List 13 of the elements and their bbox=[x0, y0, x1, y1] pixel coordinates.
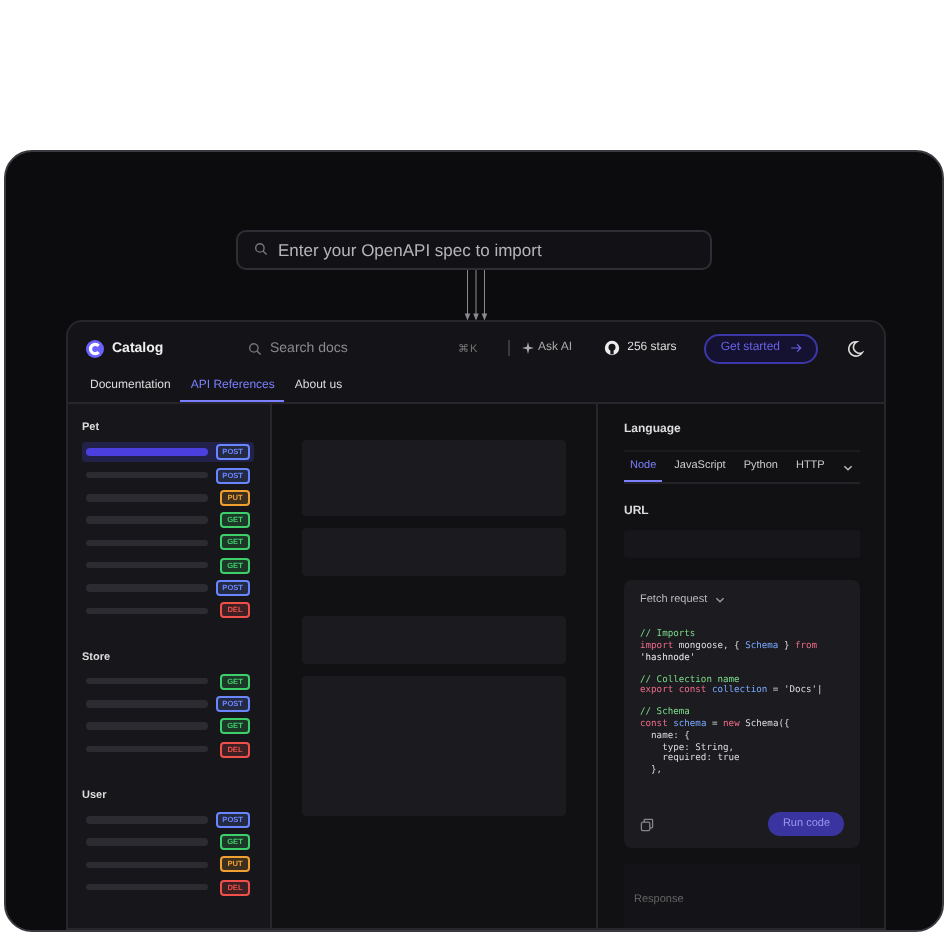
connector-drawing bbox=[462, 269, 490, 321]
chevron-down-icon bbox=[713, 594, 726, 607]
arrow-right-icon bbox=[790, 342, 802, 355]
search-icon bbox=[254, 242, 268, 257]
github-icon bbox=[603, 340, 620, 357]
sparkle-icon bbox=[522, 342, 534, 355]
logo-icon bbox=[86, 339, 104, 358]
import-input[interactable]: Enter your OpenAPI spec to import bbox=[278, 239, 694, 260]
copy-icon[interactable] bbox=[640, 817, 654, 831]
import-field[interactable]: Enter your OpenAPI spec to import bbox=[236, 230, 712, 270]
search-icon bbox=[248, 341, 262, 356]
moon-icon[interactable] bbox=[846, 339, 864, 358]
chevron-down-icon[interactable] bbox=[842, 461, 854, 474]
